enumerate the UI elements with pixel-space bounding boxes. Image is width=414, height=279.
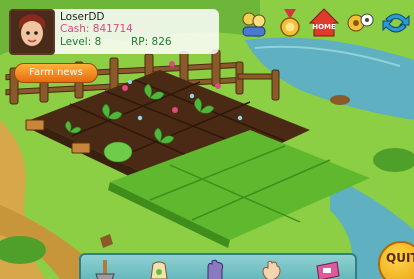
- player-name: LoserDD: [60, 11, 105, 23]
- refresh-icon: [382, 13, 410, 33]
- level-value: 8: [94, 36, 102, 48]
- farm-news-button[interactable]: Farm news: [14, 63, 98, 83]
- farm-game-scene: LoserDD Cash: 841714 Level: 8 RP: 826 Fa…: [0, 0, 414, 279]
- avatar[interactable]: [9, 9, 55, 55]
- fertilizer-tool-button[interactable]: [312, 258, 342, 279]
- cash-readout: Cash: 841714: [60, 23, 133, 35]
- friends-icon: [242, 12, 266, 37]
- fertilizer-icon: [316, 261, 340, 279]
- harvest-tool-button[interactable]: [256, 258, 286, 279]
- glove-icon: [207, 259, 224, 279]
- tool-bar: [79, 253, 357, 279]
- medal-icon: [280, 9, 300, 37]
- settings-icon: [347, 13, 374, 32]
- home-icon: HOME: [308, 8, 340, 37]
- rp-readout: RP: 826: [131, 36, 172, 48]
- level-readout: Level: 8: [60, 36, 101, 48]
- cash-value: 841714: [92, 23, 133, 35]
- level-label: Level:: [60, 36, 92, 48]
- home-label: HOME: [312, 23, 336, 31]
- rp-value: 826: [151, 36, 172, 48]
- settings-button[interactable]: [344, 7, 376, 39]
- player-portrait-icon: [11, 11, 53, 53]
- quit-label: QUIT: [386, 251, 414, 265]
- home-button[interactable]: HOME: [308, 7, 340, 39]
- seed-tool-button[interactable]: [144, 258, 174, 279]
- hoe-icon: [95, 260, 115, 279]
- seed-bag-icon: [150, 261, 168, 279]
- friends-button[interactable]: [238, 7, 270, 39]
- cash-label: Cash:: [60, 23, 90, 35]
- achievements-button[interactable]: [274, 7, 306, 39]
- hand-icon: [262, 260, 281, 279]
- refresh-button[interactable]: [380, 7, 412, 39]
- glove-tool-button[interactable]: [200, 258, 230, 279]
- rp-label: RP:: [131, 36, 149, 48]
- hoe-tool-button[interactable]: [90, 258, 120, 279]
